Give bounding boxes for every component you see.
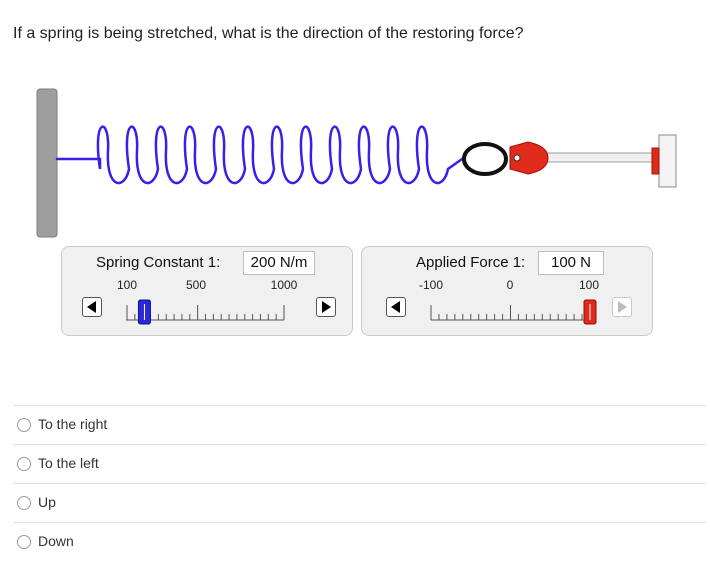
spring-constant-panel: Spring Constant 1: 200 N/m 100 500 1000 [61,246,353,336]
option-label: To the left [38,455,99,471]
end-stop [658,134,677,188]
spring-tick-label: 500 [185,278,207,292]
radio-button[interactable] [17,418,31,432]
applied-force-title: Applied Force 1: [416,254,526,271]
wall [36,88,58,238]
force-increase-button[interactable] [612,297,632,317]
option-down[interactable]: Down [13,522,706,561]
force-tick-label: 0 [506,278,514,292]
spring-increase-button[interactable] [316,297,336,317]
spring-coil [55,125,466,185]
option-to-the-left[interactable]: To the left [13,444,706,483]
option-label: To the right [38,416,108,432]
question-text: If a spring is being stretched, what is … [13,25,524,42]
radio-button[interactable] [17,535,31,549]
force-tick-label: 100 [578,278,600,292]
spring-constant-slider[interactable] [124,295,292,325]
spring-simulation [36,88,677,238]
radio-button[interactable] [17,496,31,510]
pull-rod [529,152,661,163]
force-tick-label: -100 [418,278,444,292]
applied-force-panel: Applied Force 1: 100 N -100 0 100 [361,246,653,336]
applied-force-slider[interactable] [428,295,608,325]
force-decrease-button[interactable] [386,297,406,317]
answer-options: To the right To the left Up Down [13,405,706,561]
option-label: Up [38,494,56,510]
option-up[interactable]: Up [13,483,706,522]
radio-button[interactable] [17,457,31,471]
spring-decrease-button[interactable] [82,297,102,317]
hook-ring [462,142,508,176]
spring-constant-title: Spring Constant 1: [96,254,221,271]
applied-force-value: 100 N [538,251,604,275]
spring-tick-label: 100 [116,278,138,292]
option-label: Down [38,533,74,549]
spring-tick-label: 1000 [270,278,298,292]
option-to-the-right[interactable]: To the right [13,405,706,444]
spring-constant-value: 200 N/m [243,251,315,275]
